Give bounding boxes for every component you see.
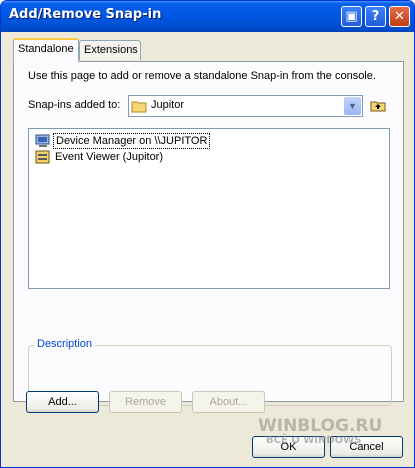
- list-item-label: Device Manager on \\JUPITOR: [53, 133, 211, 149]
- folder-icon: [131, 101, 147, 113]
- snapin-list[interactable]: Device Manager on \\JUPITOR Event Viewer…: [28, 128, 390, 289]
- chevron-down-icon[interactable]: ▼: [344, 97, 361, 115]
- standalone-panel: Use this page to add or remove a standal…: [13, 61, 404, 406]
- list-item-label: Event Viewer (Jupitor): [55, 151, 164, 163]
- dialog-body: Standalone Extensions Use this page to a…: [4, 32, 411, 464]
- close-button[interactable]: ✕: [389, 6, 410, 27]
- device-manager-icon: [35, 134, 50, 147]
- add-remove-snapin-dialog: Add/Remove Snap-in ▣ ? ✕ Standalone Exte…: [0, 0, 415, 468]
- tab-extensions[interactable]: Extensions: [79, 40, 141, 60]
- watermark-subtitle: ВСЁ О WINDOWS: [266, 435, 362, 446]
- up-one-level-icon[interactable]: [370, 98, 386, 112]
- event-viewer-icon: [35, 150, 50, 164]
- about-button[interactable]: About...: [192, 391, 265, 413]
- remove-button[interactable]: Remove: [109, 391, 182, 413]
- context-help-maximize-button[interactable]: ▣: [341, 6, 362, 27]
- title-bar[interactable]: Add/Remove Snap-in ▣ ? ✕: [1, 1, 414, 32]
- watermark-title: WINBLOG.RU: [258, 416, 383, 436]
- window-title: Add/Remove Snap-in: [9, 7, 162, 22]
- intro-text: Use this page to add or remove a standal…: [28, 70, 376, 82]
- description-label: Description: [34, 338, 96, 350]
- snapins-added-to-label: Snap-ins added to:: [28, 99, 121, 111]
- add-button[interactable]: Add...: [26, 391, 99, 413]
- tab-standalone[interactable]: Standalone: [13, 38, 79, 62]
- snapins-added-to-dropdown[interactable]: Jupitor ▼: [128, 95, 363, 117]
- help-button[interactable]: ?: [365, 6, 386, 27]
- selected-location: Jupitor: [151, 99, 185, 111]
